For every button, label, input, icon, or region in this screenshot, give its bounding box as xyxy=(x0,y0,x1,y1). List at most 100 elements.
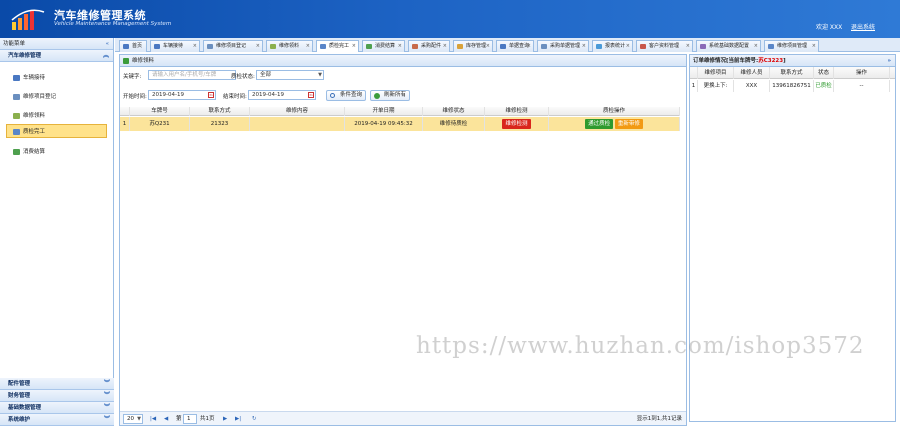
calendar-icon[interactable]: 31 xyxy=(308,92,314,98)
table-row[interactable]: 1 更换上下: XXX 13961826751 已质检 -- xyxy=(690,80,895,92)
watermark: https://www.huzhan.com/ishop3572 xyxy=(416,333,865,359)
sidebar-group-parts[interactable]: 配件管理 ︾ xyxy=(0,378,114,390)
grid-column-header[interactable]: 质检操作 xyxy=(549,107,680,116)
next-page-icon[interactable]: ▶ xyxy=(223,414,227,424)
order-detail-panel: 订单维修情况[当前车牌号:苏C3223] » 维修项目 维修人员 联系方式 状态… xyxy=(689,54,896,422)
detect-button[interactable]: 维修检测 xyxy=(502,118,531,129)
tab-9[interactable]: 采购单据管理 × xyxy=(537,40,589,52)
sidebar-item-material[interactable]: 维修领料 xyxy=(6,108,107,122)
close-icon[interactable]: × xyxy=(686,41,690,52)
table-row[interactable]: 1 苏Q231 21323 2019-04-19 09:45:32 维修待质检 … xyxy=(120,117,680,131)
end-time-input[interactable]: 2019-04-19 31 xyxy=(248,90,316,100)
close-icon[interactable]: × xyxy=(486,41,490,52)
tab-11[interactable]: 客户资料管理 × xyxy=(636,40,693,52)
tab-6[interactable]: 采购配件 × xyxy=(408,40,450,52)
order-detail-title-end: ] xyxy=(783,58,786,64)
prev-page-icon[interactable]: ◀ xyxy=(164,414,168,424)
close-icon[interactable]: × xyxy=(398,41,402,52)
keyword-label: 关键字: xyxy=(123,74,142,80)
close-icon[interactable]: × xyxy=(193,41,197,52)
collapse-left-icon[interactable]: « xyxy=(106,38,109,50)
detail-column-header[interactable]: 状态 xyxy=(814,67,834,79)
refresh-button[interactable]: 刷新所有 xyxy=(370,90,411,101)
tab-label: 维修项目管理 xyxy=(777,43,808,49)
tab-label: 采购单据管理 xyxy=(550,43,581,49)
cell-plate: 苏Q231 xyxy=(130,117,190,131)
logout-link[interactable]: 退出系统 xyxy=(851,22,875,31)
tab-3[interactable]: 维修领料 × xyxy=(266,40,313,52)
chevron-down-icon: ︾ xyxy=(103,380,110,387)
sidebar-group-label: 基础数据管理 xyxy=(8,405,42,411)
cell-item: 更换上下: xyxy=(698,80,734,92)
tab-label: 维修项目登记 xyxy=(216,43,247,49)
chevron-down-icon: ︾ xyxy=(103,392,110,399)
tab-label: 库存管理 xyxy=(466,43,487,49)
close-icon[interactable]: × xyxy=(256,41,260,52)
calendar-icon[interactable]: 31 xyxy=(208,92,214,98)
tab-12[interactable]: 系统基础数据配置 × xyxy=(696,40,761,52)
tab-2[interactable]: 维修项目登记 × xyxy=(203,40,263,52)
grid-column-header[interactable]: 联系方式 xyxy=(190,107,250,116)
keyword-input[interactable]: 请输入用户名/手机号/车牌 xyxy=(148,70,236,80)
close-icon[interactable]: × xyxy=(306,41,310,52)
grid-column-header[interactable]: 维修检测 xyxy=(485,107,549,116)
sidebar-group-finance[interactable]: 财务管理 ︾ xyxy=(0,390,114,402)
page-size-select[interactable]: 20 ▼ xyxy=(123,414,143,424)
close-icon[interactable]: × xyxy=(626,41,630,52)
sidebar-group-repair[interactable]: 汽车维修管理 ︽ xyxy=(0,50,113,62)
tab-7[interactable]: 库存管理 × xyxy=(453,40,493,52)
grid-column-header[interactable]: 维修内容 xyxy=(250,107,345,116)
tab-label: 系统基础数据配置 xyxy=(709,43,750,49)
close-icon[interactable]: × xyxy=(352,41,356,52)
end-time-label: 结束时间: xyxy=(223,94,247,100)
sidebar-item-quality-check[interactable]: 质检完工 xyxy=(6,124,107,138)
tab-8[interactable]: 单据查询 × xyxy=(496,40,534,52)
sidebar-item-label: 维修项目登记 xyxy=(23,94,57,100)
grid-column-header[interactable]: 维修状态 xyxy=(423,107,485,116)
search-button[interactable]: 条件查询 xyxy=(326,90,367,101)
detail-column-header[interactable]: 联系方式 xyxy=(770,67,814,79)
detail-column-header[interactable]: 维修人员 xyxy=(734,67,770,79)
grid-column-header[interactable]: 开单日期 xyxy=(345,107,423,116)
sidebar-group-system[interactable]: 系统维护 ︾ xyxy=(0,414,114,426)
pass-check-button[interactable]: 通过质检 xyxy=(585,118,614,129)
close-icon[interactable]: × xyxy=(812,41,816,52)
current-plate: 苏C3223 xyxy=(758,58,784,64)
status-select[interactable]: 全部 ▼ xyxy=(256,70,324,80)
redo-repair-button[interactable]: 重新带修 xyxy=(614,118,643,129)
last-page-icon[interactable]: ▶| xyxy=(235,414,241,424)
tab-icon xyxy=(154,44,160,49)
welcome-text: 欢迎 XXX xyxy=(816,24,843,31)
tab-0[interactable]: 首页 xyxy=(119,40,147,52)
close-icon[interactable]: × xyxy=(443,41,447,52)
sidebar-group-basic-data[interactable]: 基础数据管理 ︾ xyxy=(0,402,114,414)
tab-4[interactable]: 质检完工 × xyxy=(316,40,359,52)
tab-13[interactable]: 维修项目管理 × xyxy=(764,40,819,52)
chevron-up-icon: ︽ xyxy=(102,52,109,59)
detail-column-header[interactable]: 操作 xyxy=(834,67,890,79)
tab-icon xyxy=(700,44,706,49)
sidebar-group-label: 系统维护 xyxy=(8,417,31,423)
cell-content xyxy=(250,117,345,131)
close-icon[interactable]: × xyxy=(527,41,531,52)
sidebar-item-reception[interactable]: 车辆接待 xyxy=(6,70,107,84)
detail-column-header[interactable]: 维修项目 xyxy=(698,67,734,79)
tab-10[interactable]: 报表统计 × xyxy=(592,40,633,52)
grid-column-header[interactable]: 车牌号 xyxy=(130,107,190,116)
first-page-icon[interactable]: |◀ xyxy=(150,414,156,424)
panel-title-text: 维修领料 xyxy=(132,58,155,64)
reload-icon[interactable]: ↻ xyxy=(252,414,257,424)
sidebar-item-project-register[interactable]: 维修项目登记 xyxy=(6,89,107,103)
close-icon[interactable]: × xyxy=(754,41,758,52)
refresh-icon xyxy=(374,93,380,99)
tab-1[interactable]: 车辆接待 × xyxy=(150,40,200,52)
collapse-right-icon[interactable]: » xyxy=(887,55,891,67)
page-number-input[interactable]: 1 xyxy=(183,414,197,424)
tab-5[interactable]: 消费结算 × xyxy=(362,40,405,52)
car-icon xyxy=(13,75,20,81)
check-icon xyxy=(13,129,20,135)
app-subtitle: Vehicle Maintenance Management System xyxy=(54,21,172,27)
close-icon[interactable]: × xyxy=(582,41,586,52)
sidebar-item-settlement[interactable]: 消费结算 xyxy=(6,144,107,158)
start-time-input[interactable]: 2019-04-19 31 xyxy=(148,90,216,100)
